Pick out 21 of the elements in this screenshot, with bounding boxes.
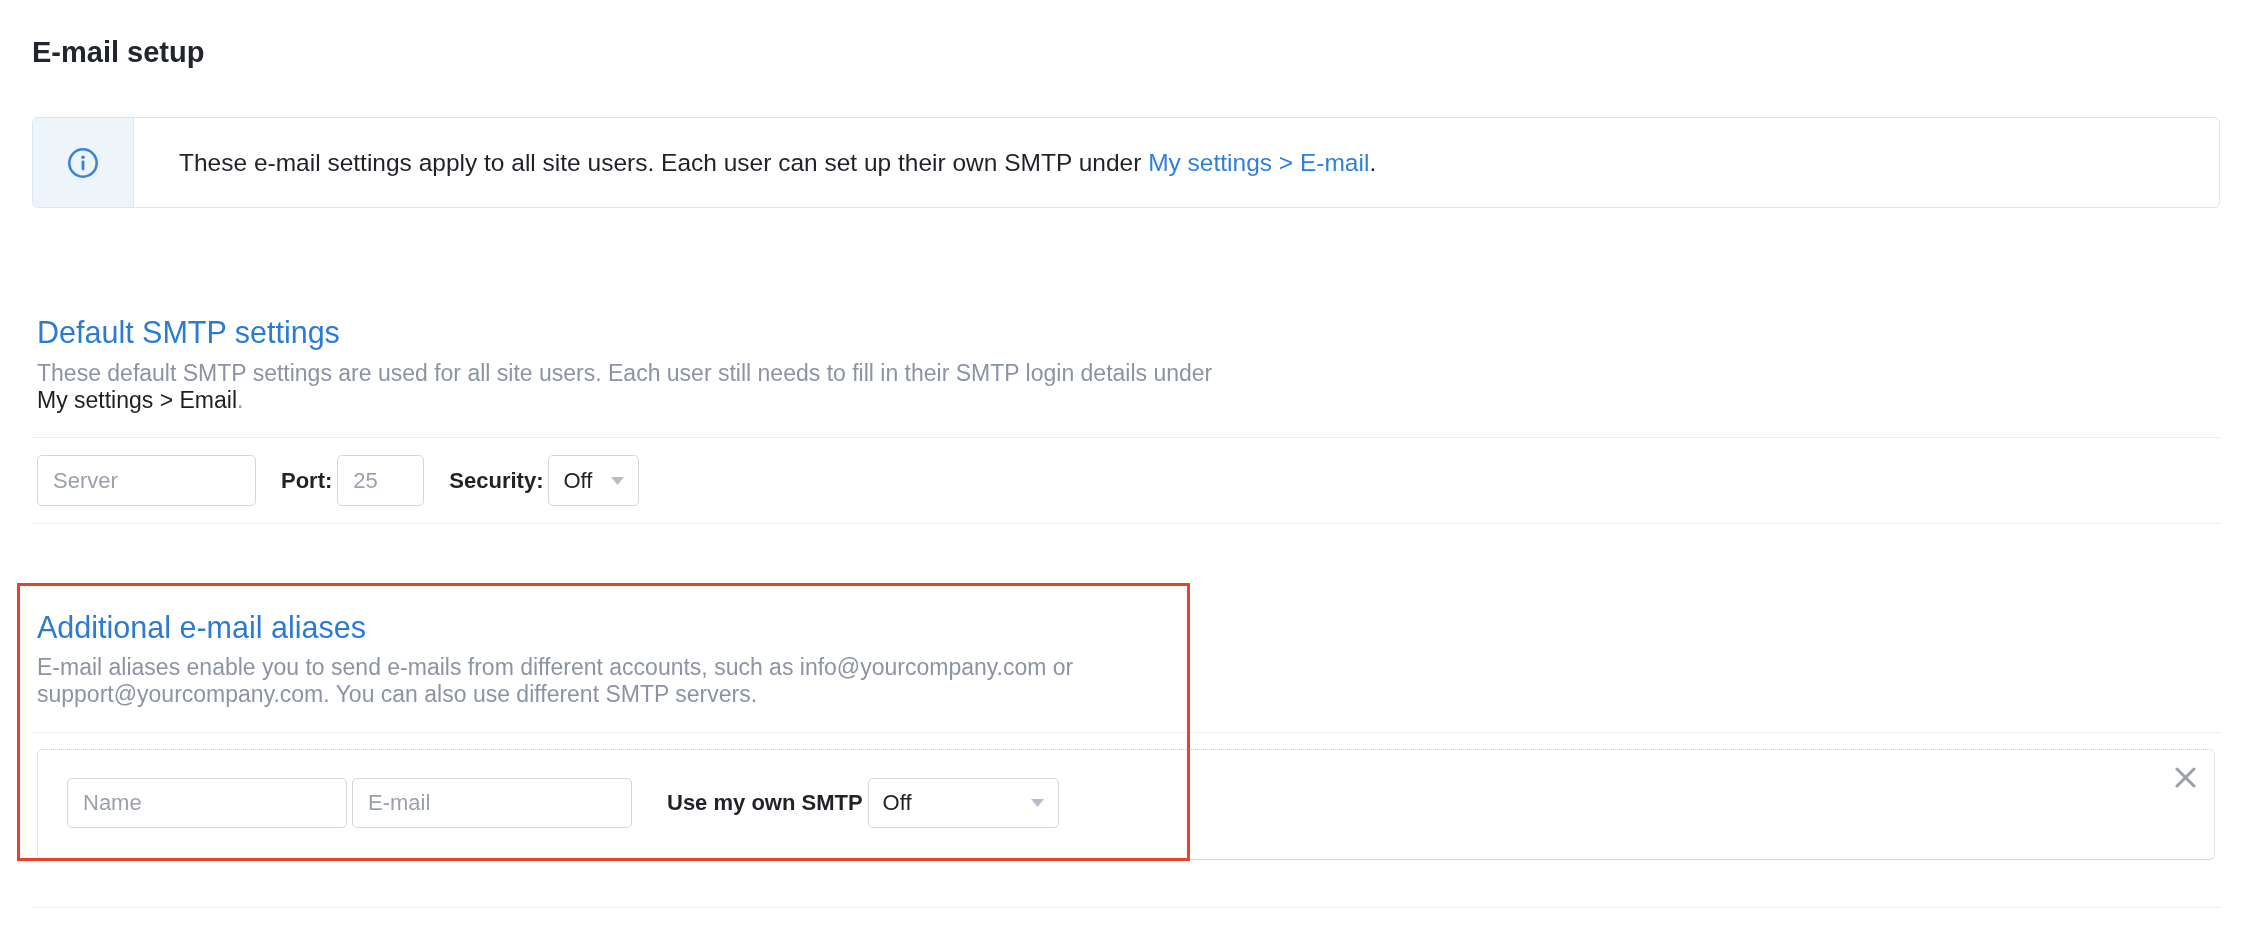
info-message: These e-mail settings apply to all site users. Each user can set up their own SMTP under My settings > E-mail. [179, 147, 1377, 178]
section-heading: Default SMTP settings [37, 314, 341, 350]
field-label: Use my own SMTP [667, 790, 863, 816]
settings-link[interactable]: My settings > E-mail [1148, 148, 1370, 176]
input-field[interactable]: Server [37, 455, 256, 506]
page-title: E-mail setup [32, 35, 206, 69]
section-description: These default SMTP settings are used for all site users. Each user still needs to fill in their SMTP login details under My settings > Email. [37, 360, 1214, 414]
input-field[interactable]: Name [67, 778, 347, 828]
settings-link[interactable]: My settings > Email [37, 387, 238, 413]
section-heading: Additional e-mail aliases [37, 609, 367, 645]
input-field[interactable]: 25 [337, 455, 425, 506]
caret-icon [611, 476, 625, 485]
section-description: E-mail aliases enable you to send e-mails from different accounts, such as info@yourcompany.com or support@yourcompany.com. You can also use different SMTP servers. [37, 654, 1075, 708]
input-field[interactable]: E-mail [352, 778, 632, 828]
field-label: Port: [281, 467, 333, 494]
info-icon [67, 146, 99, 179]
caret-icon [1030, 799, 1044, 807]
field-label: Security: [449, 467, 544, 494]
dropdown[interactable]: Off [548, 455, 640, 506]
dropdown[interactable]: Off [867, 778, 1059, 828]
close-icon[interactable] [2175, 767, 2196, 788]
